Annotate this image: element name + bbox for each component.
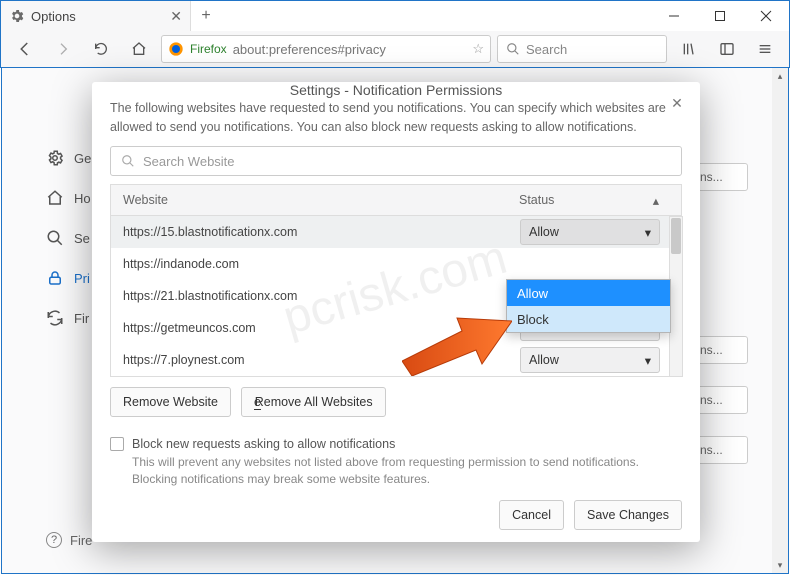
navigation-toolbar: Firefox about:preferences#privacy ☆ Sear…: [0, 31, 790, 68]
header-status[interactable]: Status ▴: [519, 193, 669, 208]
maximize-button[interactable]: [697, 1, 743, 31]
sync-icon: [46, 309, 64, 327]
menu-button[interactable]: [749, 35, 781, 63]
firefox-icon: [168, 41, 184, 57]
annotation-arrow-icon: [402, 306, 512, 376]
title-bar: Options ✕ +: [0, 0, 790, 31]
website-cell: https://15.blastnotificationx.com: [123, 225, 520, 239]
status-dropdown[interactable]: Allow▾: [520, 347, 660, 373]
url-text: about:preferences#privacy: [233, 42, 467, 57]
sidebar-item-label: Pri: [74, 271, 90, 286]
identity-label: Firefox: [190, 42, 227, 56]
settings-button-partial[interactable]: ns...: [693, 163, 748, 191]
table-row[interactable]: https://indanode.com: [111, 248, 682, 280]
save-changes-button[interactable]: Save Changes: [574, 500, 682, 530]
settings-button-partial[interactable]: ns...: [693, 436, 748, 464]
sidebar-item-label: Ho: [74, 191, 91, 206]
checkbox-icon[interactable]: [110, 437, 124, 451]
new-tab-button[interactable]: +: [191, 1, 221, 31]
right-buttons-partial: ns... ns... ns... ns...: [693, 148, 748, 464]
sidebar-button[interactable]: [711, 35, 743, 63]
chevron-down-icon: ▾: [645, 353, 651, 368]
dialog-title: Settings - Notification Permissions: [290, 82, 502, 98]
table-scrollbar[interactable]: [669, 216, 683, 377]
search-icon: [121, 154, 135, 168]
settings-button-partial[interactable]: ns...: [693, 336, 748, 364]
home-icon: [46, 189, 64, 207]
sidebar-item-label: Se: [74, 231, 90, 246]
home-button[interactable]: [123, 35, 155, 63]
forward-button[interactable]: [47, 35, 79, 63]
table-row[interactable]: https://15.blastnotificationx.com Allow▾: [111, 216, 682, 248]
website-cell: https://21.blastnotificationx.com: [123, 289, 520, 303]
settings-button-partial[interactable]: ns...: [693, 386, 748, 414]
chevron-down-icon: ▾: [645, 225, 651, 240]
status-dropdown[interactable]: Allow▾: [520, 219, 660, 245]
status-dropdown-menu: Allow Block: [506, 279, 671, 333]
cancel-button[interactable]: Cancel: [499, 500, 564, 530]
gear-icon: [46, 149, 64, 167]
sidebar-item-label: Ge: [74, 151, 91, 166]
close-tab-icon[interactable]: ✕: [170, 8, 182, 25]
tab-title: Options: [31, 9, 164, 24]
dropdown-option-block[interactable]: Block: [507, 306, 670, 332]
scroll-down-icon[interactable]: ▾: [772, 557, 788, 573]
help-icon: ?: [46, 532, 62, 548]
checkbox-label: Block new requests asking to allow notif…: [132, 437, 395, 451]
page-scrollbar[interactable]: ▴ ▾: [772, 68, 788, 573]
browser-tab[interactable]: Options ✕: [1, 1, 191, 31]
scroll-up-icon[interactable]: ▴: [772, 68, 788, 84]
lock-icon: [46, 269, 64, 287]
remove-all-websites-button[interactable]: eRemove All Websites: [241, 387, 386, 417]
block-new-requests-checkbox[interactable]: Block new requests asking to allow notif…: [110, 437, 682, 451]
dialog-header: Settings - Notification Permissions ✕: [92, 82, 700, 99]
search-icon: [506, 42, 520, 56]
search-website-placeholder: Search Website: [143, 154, 235, 169]
gear-icon: [9, 8, 25, 24]
search-icon: [46, 229, 64, 247]
remove-website-button[interactable]: Remove Website: [110, 387, 231, 417]
reload-button[interactable]: [85, 35, 117, 63]
dialog-description: The following websites have requested to…: [110, 99, 682, 137]
close-window-button[interactable]: [743, 1, 789, 31]
checkbox-description: This will prevent any websites not liste…: [132, 454, 682, 488]
help-label: Fire: [70, 533, 92, 548]
website-cell: https://indanode.com: [123, 257, 520, 271]
search-bar[interactable]: Search: [497, 35, 667, 63]
table-header: Website Status ▴: [110, 184, 682, 216]
search-website-input[interactable]: Search Website: [110, 146, 682, 176]
minimize-button[interactable]: [651, 1, 697, 31]
table-row[interactable]: https://7.ploynest.com Allow▾: [111, 344, 682, 376]
sidebar-item-label: Fir: [74, 311, 89, 326]
window-controls: [651, 1, 789, 31]
sidebar-help[interactable]: ? Fire: [46, 532, 92, 548]
search-placeholder: Search: [526, 42, 567, 57]
sort-arrow-icon: ▴: [653, 193, 659, 208]
back-button[interactable]: [9, 35, 41, 63]
bookmark-star-icon[interactable]: ☆: [472, 41, 484, 57]
header-website[interactable]: Website: [123, 193, 519, 207]
url-bar[interactable]: Firefox about:preferences#privacy ☆: [161, 35, 491, 63]
library-button[interactable]: [673, 35, 705, 63]
dropdown-option-allow[interactable]: Allow: [507, 280, 670, 306]
